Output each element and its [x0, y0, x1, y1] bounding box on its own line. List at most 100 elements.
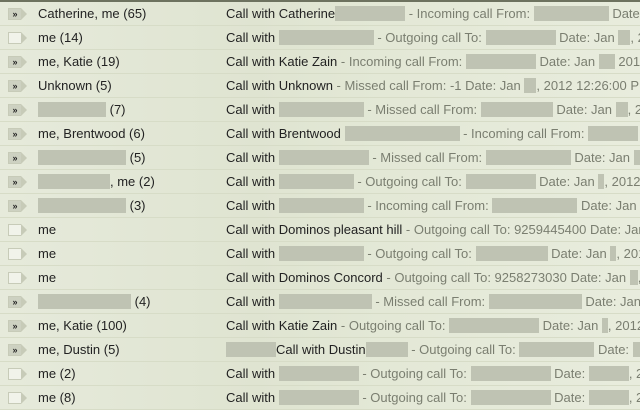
importance-marker-off-icon[interactable]: [8, 224, 27, 236]
sender: (5): [38, 150, 146, 165]
snippet: - Incoming call From: Date: Jan: [364, 198, 637, 213]
importance-marker-on-icon[interactable]: »: [8, 200, 27, 212]
conversation-row[interactable]: » Unknown (5) Call with Unknown - Missed c…: [0, 74, 640, 98]
redacted-block: [226, 342, 276, 357]
redacted-block: [480, 102, 553, 117]
sender: me, Brentwood (6): [38, 126, 145, 141]
snippet-text: , 2012: [616, 246, 640, 261]
sender: me: [38, 270, 56, 285]
snippet-text: Date: Jan: [555, 30, 619, 45]
subject: Call with - Missed call From: Date: Jan …: [226, 150, 640, 165]
subject-text: Call with: [226, 150, 279, 165]
conversation-row[interactable]: » Catherine, me (65) Call with Catherine -…: [0, 2, 640, 26]
redacted-block: [524, 78, 537, 93]
importance-marker-on-icon[interactable]: »: [8, 296, 27, 308]
subject: Call with - Missed call From: Date: Jan …: [226, 102, 640, 117]
snippet: - Missed call From: Date: Jan: [372, 294, 640, 309]
subject-text: Call with: [226, 102, 279, 117]
importance-marker-on-icon[interactable]: »: [8, 152, 27, 164]
conversation-row[interactable]: » , me (2) Call with - Outgoing call To: D…: [0, 170, 640, 194]
snippet-text: , 2012: [628, 390, 640, 405]
snippet-text: , 2012: [607, 318, 640, 333]
importance-marker-off-icon[interactable]: [8, 248, 27, 260]
redacted-block: [492, 198, 578, 213]
sender: Catherine, me (65): [38, 6, 146, 21]
snippet-text: Date: Jan: [570, 150, 634, 165]
subject: Call with - Outgoing call To: Date: , 20…: [226, 366, 640, 381]
redacted-block: [38, 198, 126, 213]
importance-marker-on-icon[interactable]: »: [8, 320, 27, 332]
conversation-row[interactable]: » (5) Call with - Missed call From: Date:…: [0, 146, 640, 170]
redacted-block: [488, 294, 582, 309]
conversation-row[interactable]: me (14) Call with - Outgoing call To: Dat…: [0, 26, 640, 50]
redacted-block: [38, 174, 110, 189]
importance-marker-on-icon[interactable]: »: [8, 80, 27, 92]
importance-marker-off-icon[interactable]: [8, 272, 27, 284]
conversation-row[interactable]: me (8) Call with - Outgoing call To: Date…: [0, 386, 640, 410]
redacted-block: [519, 342, 595, 357]
snippet: - Outgoing call To: 9258273030 Date: Jan…: [383, 270, 640, 285]
snippet-text: Date: Jan: [612, 6, 640, 21]
importance-marker-off-icon[interactable]: [8, 32, 27, 44]
importance-marker-on-icon[interactable]: »: [8, 104, 27, 116]
sender: Unknown (5): [38, 78, 112, 93]
snippet-text: - Incoming call From:: [337, 54, 466, 69]
snippet-text: , 2012 12:26:00 PM: [536, 78, 640, 93]
redacted-block: [633, 150, 640, 165]
sender: me (8): [38, 390, 76, 405]
sender: , me (2): [38, 174, 155, 189]
snippet-text: - Missed call From: -1 Date: Jan: [332, 78, 525, 93]
snippet-text: Date:: [594, 342, 633, 357]
redacted-block: [533, 6, 609, 21]
redacted-block: [278, 390, 359, 405]
snippet-text: - Incoming call From:: [459, 126, 589, 141]
sender: (7): [38, 102, 126, 117]
subject-text: Call with Dominos Concord: [226, 270, 383, 285]
importance-marker-on-icon[interactable]: »: [8, 176, 27, 188]
conversation-row[interactable]: me Call with Dominos pleasant hill - Outg…: [0, 218, 640, 242]
subject-text: Call with Katie Zain: [226, 318, 338, 333]
sender-text: me: [38, 246, 57, 261]
conversation-row[interactable]: » me, Brentwood (6) Call with Brentwood - …: [0, 122, 640, 146]
importance-marker-on-icon[interactable]: »: [8, 344, 27, 356]
conversation-row[interactable]: me Call with - Outgoing call To: Date: Ja…: [0, 242, 640, 266]
conversation-row[interactable]: » me, Katie (100) Call with Katie Zain - O…: [0, 314, 640, 338]
redacted-block: [465, 174, 536, 189]
snippet: - Outgoing call To: Date: Jan , 2012: [374, 30, 640, 45]
importance-marker-on-icon[interactable]: »: [8, 128, 27, 140]
importance-marker-off-icon[interactable]: [8, 392, 27, 404]
snippet: - Outgoing call To: Date: Jan , 2012: [364, 246, 640, 261]
sender-text: (5): [126, 150, 146, 165]
sender-text: me (8): [38, 390, 76, 405]
redacted-block: [618, 30, 631, 45]
subject-text: Call with: [226, 174, 279, 189]
sender-text: me (14): [38, 30, 83, 45]
conversation-row[interactable]: » (3) Call with - Incoming call From: Dat…: [0, 194, 640, 218]
importance-marker-off-icon[interactable]: [8, 368, 27, 380]
subject: Call with - Outgoing call To: Date: , 20…: [226, 390, 640, 405]
subject-text: Call with: [226, 390, 279, 405]
snippet: - Outgoing call To: Date:: [408, 342, 640, 357]
subject-text: Call with Brentwood: [226, 126, 345, 141]
conversation-row[interactable]: me (2) Call with - Outgoing call To: Date…: [0, 362, 640, 386]
conversation-row[interactable]: » (4) Call with - Missed call From: Date:…: [0, 290, 640, 314]
conversation-row[interactable]: » me, Dustin (5) Call with Dustin - Outgoi…: [0, 338, 640, 362]
snippet: - Outgoing call To: Date: Jan , 2012: [354, 174, 640, 189]
importance-marker-on-icon[interactable]: »: [8, 8, 27, 20]
snippet-text: Date: Jan: [539, 318, 602, 333]
snippet-text: - Outgoing call To:: [407, 342, 520, 357]
redacted-block: [38, 294, 131, 309]
redacted-block: [335, 6, 406, 21]
conversation-row[interactable]: » me, Katie (19) Call with Katie Zain - In…: [0, 50, 640, 74]
snippet-text: - Outgoing call To: 9258273030 Date: Jan: [382, 270, 630, 285]
subject: Call with Dustin - Outgoing call To: Dat…: [226, 342, 640, 357]
snippet-text: Date: Jan: [581, 294, 640, 309]
redacted-block: [629, 270, 638, 285]
sender: (3): [38, 198, 146, 213]
subject: Call with - Outgoing call To: Date: Jan …: [226, 30, 640, 45]
sender: (4): [38, 294, 151, 309]
conversation-row[interactable]: me Call with Dominos Concord - Outgoing c…: [0, 266, 640, 290]
importance-marker-on-icon[interactable]: »: [8, 56, 27, 68]
snippet: - Outgoing call To: 9259445400 Date: Jan: [402, 222, 640, 237]
conversation-row[interactable]: » (7) Call with - Missed call From: Date:…: [0, 98, 640, 122]
